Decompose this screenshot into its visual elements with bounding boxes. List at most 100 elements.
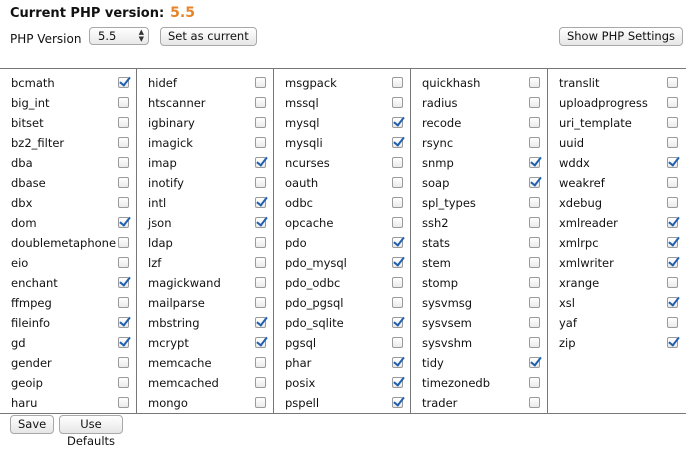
extension-checkbox[interactable] [118, 277, 129, 288]
extension-row[interactable]: xmlrpc [548, 233, 685, 253]
extension-checkbox[interactable] [667, 177, 678, 188]
extension-row[interactable]: htscanner [137, 93, 273, 113]
extension-checkbox[interactable] [529, 157, 540, 168]
extension-row[interactable]: msgpack [274, 73, 410, 93]
extension-row[interactable]: inotify [137, 173, 273, 193]
use-defaults-button[interactable]: Use Defaults [59, 415, 124, 448]
extension-row[interactable]: uploadprogress [548, 93, 685, 113]
extension-checkbox[interactable] [392, 277, 403, 288]
extension-row[interactable]: memcached [137, 373, 273, 393]
extension-checkbox[interactable] [118, 237, 129, 248]
extension-checkbox[interactable] [392, 357, 403, 368]
extension-row[interactable]: ssh2 [411, 213, 547, 233]
extension-checkbox[interactable] [118, 377, 129, 388]
extension-checkbox[interactable] [529, 377, 540, 388]
extension-checkbox[interactable] [255, 397, 266, 408]
extension-row[interactable]: pdo_pgsql [274, 293, 410, 313]
extension-row[interactable]: mysqli [274, 133, 410, 153]
extension-checkbox[interactable] [255, 357, 266, 368]
extension-checkbox[interactable] [255, 237, 266, 248]
extension-checkbox[interactable] [255, 117, 266, 128]
extension-checkbox[interactable] [118, 257, 129, 268]
extension-checkbox[interactable] [118, 337, 129, 348]
extension-checkbox[interactable] [529, 357, 540, 368]
extension-row[interactable]: xmlwriter [548, 253, 685, 273]
extension-checkbox[interactable] [529, 197, 540, 208]
show-php-settings-button[interactable]: Show PHP Settings [558, 27, 683, 46]
extension-checkbox[interactable] [255, 197, 266, 208]
extension-row[interactable]: stats [411, 233, 547, 253]
extension-row[interactable]: fileinfo [0, 313, 136, 333]
extension-checkbox[interactable] [255, 297, 266, 308]
extension-checkbox[interactable] [392, 77, 403, 88]
extension-row[interactable]: pgsql [274, 333, 410, 353]
extension-row[interactable]: bcmath [0, 73, 136, 93]
extension-checkbox[interactable] [392, 237, 403, 248]
extension-checkbox[interactable] [667, 117, 678, 128]
extension-row[interactable]: mssql [274, 93, 410, 113]
extension-row[interactable]: odbc [274, 193, 410, 213]
extension-row[interactable]: dbase [0, 173, 136, 193]
extension-checkbox[interactable] [667, 337, 678, 348]
set-as-current-button[interactable]: Set as current [160, 27, 257, 46]
extension-checkbox[interactable] [529, 77, 540, 88]
extension-checkbox[interactable] [529, 317, 540, 328]
extension-row[interactable]: spl_types [411, 193, 547, 213]
extension-row[interactable]: uuid [548, 133, 685, 153]
extension-row[interactable]: radius [411, 93, 547, 113]
extension-checkbox[interactable] [392, 217, 403, 228]
extension-row[interactable]: xmlreader [548, 213, 685, 233]
extension-checkbox[interactable] [118, 77, 129, 88]
extension-row[interactable]: memcache [137, 353, 273, 373]
extension-row[interactable]: phar [274, 353, 410, 373]
extension-row[interactable]: json [137, 213, 273, 233]
extension-row[interactable]: snmp [411, 153, 547, 173]
extension-checkbox[interactable] [392, 177, 403, 188]
extension-checkbox[interactable] [529, 137, 540, 148]
extension-checkbox[interactable] [118, 397, 129, 408]
extension-checkbox[interactable] [667, 297, 678, 308]
extension-row[interactable]: imagick [137, 133, 273, 153]
extension-row[interactable]: bitset [0, 113, 136, 133]
extension-row[interactable]: quickhash [411, 73, 547, 93]
extension-checkbox[interactable] [667, 137, 678, 148]
extension-row[interactable]: trader [411, 393, 547, 413]
php-version-select[interactable]: 5.5 ▲ ▼ [89, 27, 149, 45]
extension-row[interactable]: ffmpeg [0, 293, 136, 313]
extension-checkbox[interactable] [667, 97, 678, 108]
extension-row[interactable]: ncurses [274, 153, 410, 173]
extension-row[interactable]: oauth [274, 173, 410, 193]
save-button[interactable]: Save [10, 415, 55, 434]
extension-checkbox[interactable] [255, 277, 266, 288]
extension-row[interactable]: eio [0, 253, 136, 273]
extension-row[interactable]: mcrypt [137, 333, 273, 353]
extension-row[interactable]: igbinary [137, 113, 273, 133]
extension-row[interactable]: xrange [548, 273, 685, 293]
extension-row[interactable]: weakref [548, 173, 685, 193]
extension-checkbox[interactable] [667, 257, 678, 268]
extension-checkbox[interactable] [118, 157, 129, 168]
extension-checkbox[interactable] [529, 117, 540, 128]
extension-row[interactable]: xdebug [548, 193, 685, 213]
extension-row[interactable]: mailparse [137, 293, 273, 313]
extension-checkbox[interactable] [667, 197, 678, 208]
extension-checkbox[interactable] [529, 177, 540, 188]
extension-checkbox[interactable] [118, 117, 129, 128]
extension-checkbox[interactable] [529, 217, 540, 228]
extension-row[interactable]: geoip [0, 373, 136, 393]
extension-row[interactable]: tidy [411, 353, 547, 373]
extension-checkbox[interactable] [392, 397, 403, 408]
extension-row[interactable]: imap [137, 153, 273, 173]
extension-checkbox[interactable] [392, 297, 403, 308]
extension-checkbox[interactable] [667, 77, 678, 88]
extension-row[interactable]: doublemetaphone [0, 233, 136, 253]
extension-checkbox[interactable] [667, 237, 678, 248]
extension-row[interactable]: recode [411, 113, 547, 133]
extension-row[interactable]: lzf [137, 253, 273, 273]
extension-checkbox[interactable] [667, 157, 678, 168]
extension-checkbox[interactable] [667, 317, 678, 328]
extension-checkbox[interactable] [255, 317, 266, 328]
extension-checkbox[interactable] [118, 197, 129, 208]
extension-row[interactable]: mysql [274, 113, 410, 133]
extension-row[interactable]: enchant [0, 273, 136, 293]
